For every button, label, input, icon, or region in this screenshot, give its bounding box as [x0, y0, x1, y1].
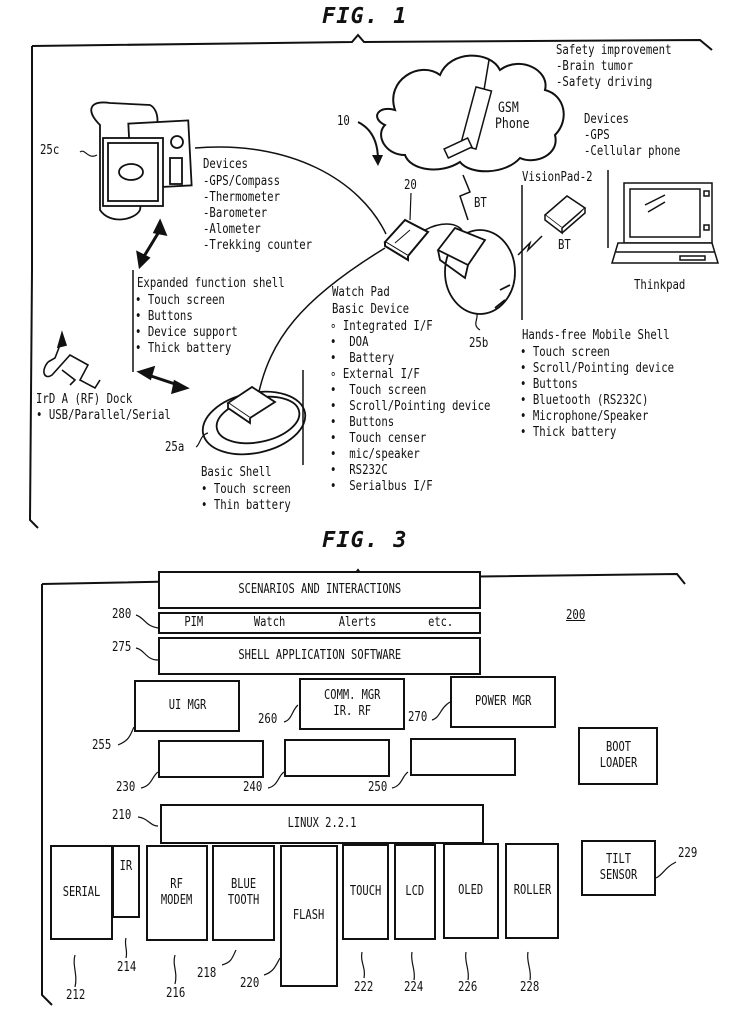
app-etc: etc. — [428, 615, 454, 630]
ref-230: 230 — [116, 780, 136, 795]
ref-270: 270 — [408, 710, 428, 725]
shell-application-label: SHELL APPLICATION SOFTWARE — [238, 648, 401, 663]
roller-label: ROLLER — [513, 883, 551, 898]
shell-application-block: SHELL APPLICATION SOFTWARE — [158, 637, 481, 675]
lcd-label: LCD — [405, 884, 425, 899]
rf-modem-label: RF MODEM — [161, 877, 193, 908]
touch-label: TOUCH — [349, 884, 382, 899]
ref-218: 218 — [197, 966, 217, 981]
ref-210: 210 — [112, 808, 132, 823]
serial-label: SERIAL — [62, 884, 101, 900]
ref-275: 275 — [112, 640, 132, 655]
ref-280: 280 — [112, 607, 132, 622]
app-alerts: Alerts — [338, 615, 377, 630]
ui-mgr-block: UI MGR — [134, 680, 240, 732]
ref-226: 226 — [458, 980, 478, 995]
ref-224: 224 — [404, 980, 424, 995]
ref-216: 216 — [166, 986, 186, 1001]
linux-block: LINUX 2.2.1 — [160, 804, 484, 844]
linux-label: LINUX 2.2.1 — [287, 816, 357, 831]
empty-block-230 — [158, 740, 264, 778]
boot-loader-block: BOOT LOADER — [578, 727, 658, 785]
oled-label: OLED — [458, 883, 484, 898]
serial-block: SERIAL — [50, 845, 113, 940]
ref-214: 214 — [117, 960, 137, 975]
power-mgr-block: POWER MGR — [450, 676, 556, 728]
boot-loader-label: BOOT LOADER — [599, 740, 637, 771]
ref-255: 255 — [92, 738, 112, 753]
comm-mgr-label: COMM. MGR IR. RF — [323, 688, 381, 719]
ref-250: 250 — [368, 780, 388, 795]
empty-block-250 — [410, 738, 516, 776]
ref-200: 200 — [566, 608, 586, 623]
bluetooth-label: BLUE TOOTH — [227, 877, 260, 908]
tilt-sensor-label: TILT SENSOR — [599, 852, 638, 883]
bluetooth-block: BLUE TOOTH — [212, 845, 275, 941]
ref-212: 212 — [66, 988, 86, 1003]
ref-229: 229 — [678, 846, 698, 861]
ref-220: 220 — [240, 976, 260, 991]
lcd-block: LCD — [394, 844, 436, 940]
ref-260: 260 — [258, 712, 278, 727]
scenarios-label: SCENARIOS AND INTERACTIONS — [238, 582, 401, 597]
ui-mgr-label: UI MGR — [168, 698, 206, 713]
flash-label: FLASH — [293, 908, 325, 923]
scenarios-block: SCENARIOS AND INTERACTIONS — [158, 571, 481, 609]
fig3-bracket-left — [41, 584, 53, 1006]
apps-block: PIM Watch Alerts etc. — [158, 612, 481, 634]
ref-240: 240 — [243, 780, 263, 795]
rf-modem-block: RF MODEM — [146, 845, 208, 941]
ir-label: IR — [119, 859, 133, 874]
oled-block: OLED — [443, 843, 499, 939]
roller-block: ROLLER — [505, 843, 559, 939]
ref-228: 228 — [520, 980, 540, 995]
ir-block: IR — [112, 845, 140, 918]
power-mgr-label: POWER MGR — [474, 694, 532, 709]
app-watch: Watch — [254, 615, 286, 630]
touch-block: TOUCH — [342, 844, 389, 940]
flash-block: FLASH — [280, 845, 338, 987]
empty-block-240 — [284, 739, 390, 777]
tilt-sensor-block: TILT SENSOR — [581, 840, 656, 896]
app-pim: PIM — [184, 615, 204, 630]
comm-mgr-block: COMM. MGR IR. RF — [299, 678, 405, 730]
ref-222: 222 — [354, 980, 374, 995]
